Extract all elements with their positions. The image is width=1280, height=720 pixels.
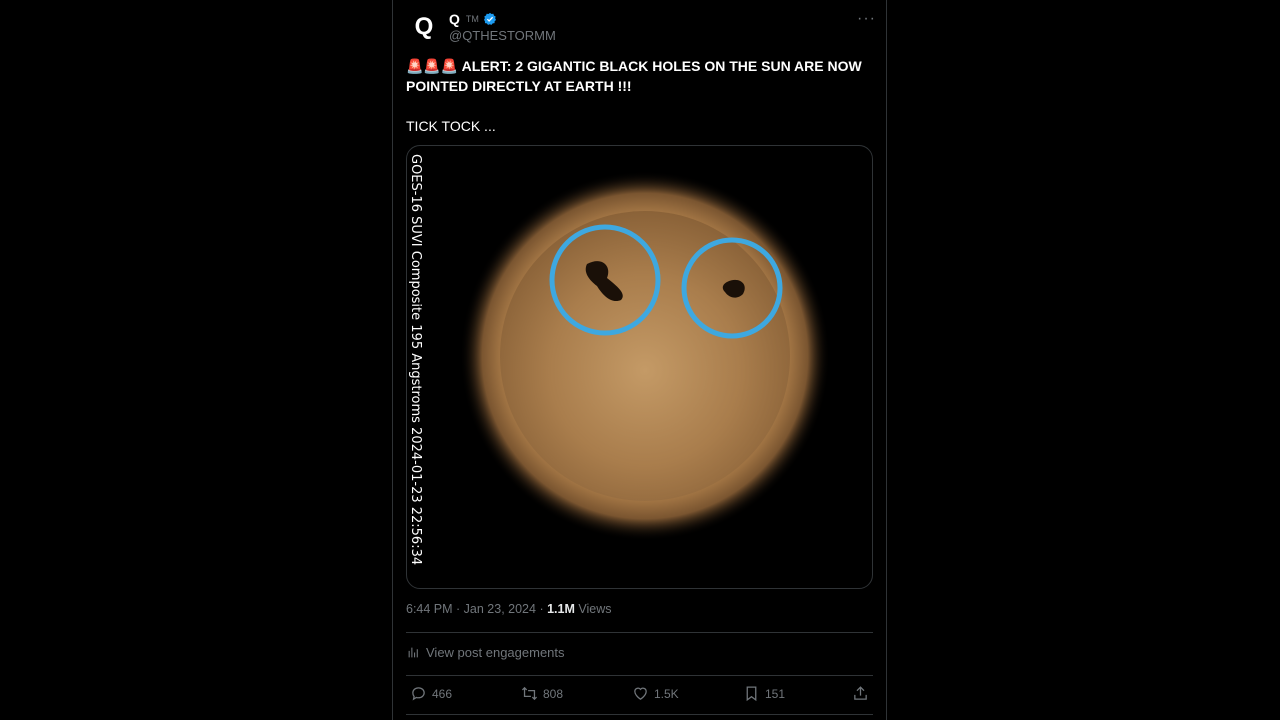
divider [406, 714, 873, 715]
meta-separator: · [535, 602, 548, 616]
sun-image [460, 171, 830, 541]
views-label: Views [574, 602, 612, 616]
bookmark-count: 151 [765, 686, 786, 701]
author-name[interactable]: Q [449, 11, 460, 27]
verified-badge-icon [483, 12, 496, 25]
tweet-headline: 🚨🚨🚨 ALERT: 2 GIGANTIC BLACK HOLES ON THE… [406, 56, 866, 96]
repost-button[interactable]: 808 [521, 685, 563, 702]
bookmark-icon [746, 686, 757, 702]
reply-count: 466 [432, 686, 453, 701]
action-bar: 466 808 1.5K 151 [406, 685, 873, 707]
tweet-media[interactable]: GOES-16 SUVI Composite 195 Angstroms 202… [406, 145, 873, 589]
like-count: 1.5K [654, 686, 679, 701]
divider [406, 675, 873, 676]
tweet-date[interactable]: Jan 23, 2024 [464, 602, 536, 616]
meta-separator: · [452, 602, 464, 616]
analytics-icon [408, 647, 418, 658]
author-handle[interactable]: @QTHESTORMM [449, 28, 556, 43]
tweet-headline-text: ALERT: 2 GIGANTIC BLACK HOLES ON THE SUN… [406, 58, 862, 94]
repost-count: 808 [543, 686, 564, 701]
bookmark-button[interactable]: 151 [743, 685, 785, 702]
author-name-row: Q TM [449, 11, 497, 27]
share-button[interactable] [852, 685, 869, 702]
tweet-line2: TICK TOCK ... [406, 118, 496, 134]
sun-disk [500, 211, 790, 501]
more-options-icon[interactable]: ··· [857, 10, 876, 28]
reply-button[interactable]: 466 [410, 685, 452, 702]
siren-emojis: 🚨🚨🚨 [406, 58, 459, 74]
image-caption-vertical: GOES-16 SUVI Composite 195 Angstroms 202… [408, 154, 423, 566]
repost-icon [521, 686, 538, 701]
tweet-time[interactable]: 6:44 PM [406, 602, 453, 616]
reply-icon [412, 687, 425, 701]
divider [406, 632, 873, 633]
views-count: 1.1M [547, 602, 575, 616]
view-engagements-label: View post engagements [426, 645, 565, 660]
avatar[interactable]: Q [407, 10, 441, 44]
view-engagements-link[interactable]: View post engagements [407, 645, 565, 660]
like-button[interactable]: 1.5K [632, 685, 679, 702]
share-icon [854, 686, 867, 700]
tweet-meta: 6:44 PM · Jan 23, 2024 · 1.1M Views [406, 602, 611, 616]
author-name-suffix: TM [465, 14, 479, 24]
heart-icon [634, 687, 647, 700]
